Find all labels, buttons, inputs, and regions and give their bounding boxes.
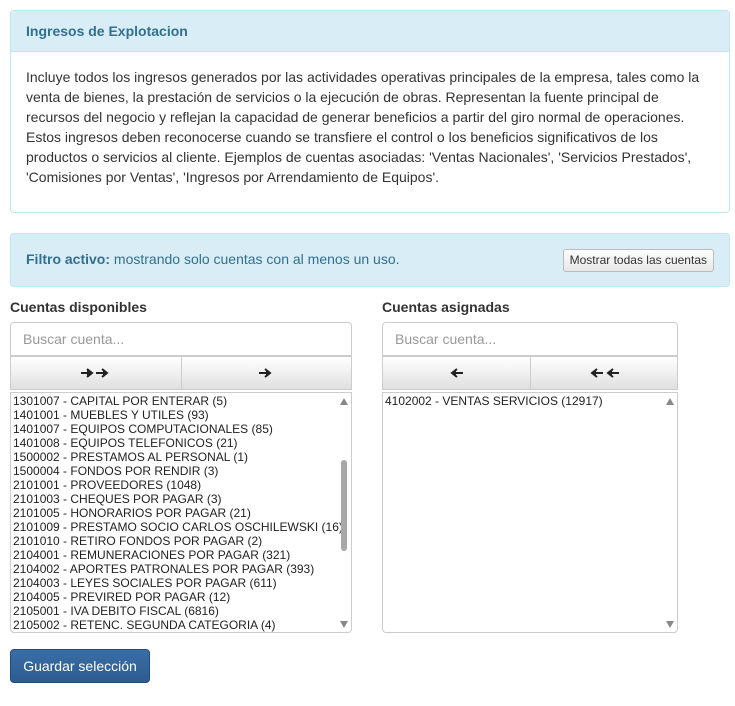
move-all-left-button[interactable] — [529, 356, 678, 390]
filter-alert: Filtro activo: mostrando solo cuentas co… — [10, 233, 730, 287]
account-option[interactable]: 1401008 - EQUIPOS TELEFONICOS (21) — [13, 436, 337, 450]
account-option[interactable]: 2104003 - LEYES SOCIALES POR PAGAR (611) — [13, 576, 337, 590]
account-option[interactable]: 2101001 - PROVEEDORES (1048) — [13, 478, 337, 492]
scroll-up-arrow-icon[interactable] — [666, 398, 674, 405]
assigned-accounts-list[interactable]: 4102002 - VENTAS SERVICIOS (12917) — [382, 392, 678, 633]
double-arrow-right-icon — [80, 367, 112, 379]
account-option[interactable]: 2105002 - RETENC. SEGUNDA CATEGORIA (4) — [13, 618, 337, 632]
assigned-options: 4102002 - VENTAS SERVICIOS (12917) — [385, 394, 663, 408]
filter-text: Filtro activo: mostrando solo cuentas co… — [26, 251, 400, 267]
account-option[interactable]: 2104001 - REMUNERACIONES POR PAGAR (321) — [13, 548, 337, 562]
account-option[interactable]: 2104005 - PREVIRED POR PAGAR (12) — [13, 590, 337, 604]
account-option[interactable]: 2101003 - CHEQUES POR PAGAR (3) — [13, 492, 337, 506]
assigned-search-input[interactable] — [382, 322, 678, 356]
assigned-accounts-title: Cuentas asignadas — [382, 299, 510, 315]
assigned-scrollbar[interactable] — [663, 393, 677, 632]
double-arrow-left-icon — [588, 367, 620, 379]
available-accounts-column: Cuentas disponibles 1301007 - CAPITAL PO… — [10, 299, 352, 633]
assigned-move-buttons — [382, 356, 678, 390]
available-scrollbar[interactable] — [337, 393, 351, 632]
arrow-right-icon — [258, 367, 274, 379]
scrollbar-thumb[interactable] — [341, 460, 347, 551]
scroll-up-arrow-icon[interactable] — [340, 398, 348, 405]
account-option[interactable]: 1301007 - CAPITAL POR ENTERAR (5) — [13, 394, 337, 408]
account-option[interactable]: 1401007 - EQUIPOS COMPUTACIONALES (85) — [13, 422, 337, 436]
save-selection-button[interactable]: Guardar selección — [10, 649, 150, 683]
account-option[interactable]: 2101010 - RETIRO FONDOS POR PAGAR (2) — [13, 534, 337, 548]
panel-description: Incluye todos los ingresos generados por… — [26, 69, 700, 185]
move-selected-right-button[interactable] — [180, 356, 352, 390]
available-accounts-list[interactable]: 1301007 - CAPITAL POR ENTERAR (5) 1401001… — [10, 392, 352, 633]
move-selected-left-button[interactable] — [382, 356, 531, 390]
account-option[interactable]: 2104002 - APORTES PATRONALES POR PAGAR (… — [13, 562, 337, 576]
available-search-input[interactable] — [10, 322, 352, 356]
filter-message: mostrando solo cuentas con al menos un u… — [110, 251, 400, 267]
filter-label: Filtro activo: — [26, 251, 111, 267]
available-options: 1301007 - CAPITAL POR ENTERAR (5) 1401001… — [13, 394, 343, 632]
assigned-accounts-column: Cuentas asignadas 4102002 - VENTAS SERVI… — [382, 299, 678, 633]
account-option[interactable]: 1500004 - FONDOS POR RENDIR (3) — [13, 464, 337, 478]
scroll-down-arrow-icon[interactable] — [340, 621, 348, 628]
account-option[interactable]: 2101005 - HONORARIOS POR PAGAR (21) — [13, 506, 337, 520]
arrow-left-icon — [448, 367, 464, 379]
account-option[interactable]: 1401001 - MUEBLES Y UTILES (93) — [13, 408, 337, 422]
panel-title: Ingresos de Explotacion — [11, 11, 729, 52]
account-option[interactable]: 4102002 - VENTAS SERVICIOS (12917) — [385, 394, 663, 408]
account-option[interactable]: 2105001 - IVA DEBITO FISCAL (6816) — [13, 604, 337, 618]
available-move-buttons — [10, 356, 352, 390]
account-option[interactable]: 2101009 - PRESTAMO SOCIO CARLOS OSCHILEW… — [13, 520, 343, 534]
available-accounts-title: Cuentas disponibles — [10, 299, 147, 315]
show-all-accounts-button[interactable]: Mostrar todas las cuentas — [562, 249, 714, 272]
scroll-down-arrow-icon[interactable] — [666, 621, 674, 628]
account-option[interactable]: 1500002 - PRESTAMOS AL PERSONAL (1) — [13, 450, 337, 464]
account-group-panel: Ingresos de Explotacion Incluye todos lo… — [10, 10, 730, 213]
move-all-right-button[interactable] — [10, 356, 182, 390]
